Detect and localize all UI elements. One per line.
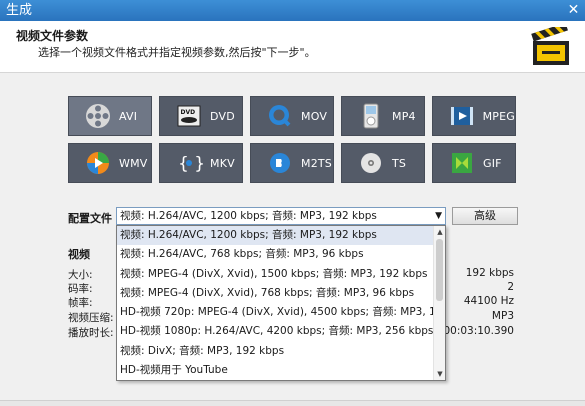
format-grid: AVI DVD DVD MOV MP4 MPEG WMV { } MKV <box>68 96 520 183</box>
clapperboard-icon <box>531 27 569 65</box>
format-label: MKV <box>210 156 235 170</box>
window-titlebar: 生成 ✕ <box>0 0 585 21</box>
format-label: MP4 <box>392 109 416 123</box>
wizard-header: 视频文件参数 选择一个视频文件格式并指定视频参数,然后按"下一步"。 <box>0 21 585 73</box>
format-wmv-button[interactable]: WMV <box>68 143 152 183</box>
format-dvd-button[interactable]: DVD DVD <box>159 96 243 136</box>
dropdown-option[interactable]: 视频: H.264/AVC, 1200 kbps; 音频: MP3, 192 k… <box>117 226 433 246</box>
property-value: 192 kbps <box>465 267 514 279</box>
format-mp4-button[interactable]: MP4 <box>341 96 425 136</box>
dropdown-option[interactable]: 视频: MPEG-4 (DivX, Xvid), 1500 kbps; 音频: … <box>117 265 433 284</box>
format-m2ts-button[interactable]: M2TS <box>250 143 334 183</box>
window-title: 生成 <box>6 3 33 18</box>
quicktime-icon <box>265 101 295 131</box>
chevron-down-icon[interactable]: ▼ <box>435 208 442 224</box>
profile-selected-value: 视频: H.264/AVC, 1200 kbps; 音频: MP3, 192 k… <box>120 210 377 222</box>
property-key: 码率: <box>68 283 93 295</box>
scrollbar-thumb[interactable] <box>436 239 443 301</box>
film-reel-icon <box>83 101 113 131</box>
format-label: GIF <box>483 156 502 170</box>
close-button[interactable]: ✕ <box>566 3 581 18</box>
profile-dropdown-list: 视频: H.264/AVC, 1200 kbps; 音频: MP3, 192 k… <box>116 225 446 381</box>
scroll-up-icon[interactable]: ▲ <box>434 226 446 238</box>
dropdown-option[interactable]: 视频: H.264/AVC, 768 kbps; 音频: MP3, 96 kbp… <box>117 245 433 264</box>
format-gif-button[interactable]: GIF <box>432 143 516 183</box>
format-label: MOV <box>301 109 328 123</box>
property-value: 00:03:10.390 <box>443 325 514 337</box>
dvd-icon: DVD <box>174 101 204 131</box>
format-label: M2TS <box>301 156 332 170</box>
property-value: 2 <box>507 281 514 293</box>
property-value: MP3 <box>491 310 514 322</box>
svg-text:DVD: DVD <box>181 109 196 116</box>
profile-label: 配置文件 <box>68 212 112 225</box>
ipod-icon <box>356 101 386 131</box>
dropdown-option[interactable]: HD-视频 1080p: H.264/AVC, 4200 kbps; 音频: M… <box>117 322 433 341</box>
format-mkv-button[interactable]: { } MKV <box>159 143 243 183</box>
property-key: 大小: <box>68 269 93 281</box>
property-key: 帧率: <box>68 297 93 309</box>
footer-divider <box>0 400 585 406</box>
dropdown-option[interactable]: 视频: MPEG-4 (DivX, Xvid), 768 kbps; 音频: M… <box>117 284 433 303</box>
format-label: DVD <box>210 109 235 123</box>
format-label: TS <box>392 156 407 170</box>
gif-icon <box>447 148 477 178</box>
property-value: 44100 Hz <box>463 295 514 307</box>
dropdown-option[interactable]: HD-视频用于 YouTube <box>117 361 433 380</box>
property-key: 播放时长: <box>68 327 114 339</box>
dropdown-scrollbar[interactable]: ▲ ▼ <box>433 226 445 380</box>
dropdown-option[interactable]: 视频: DivX; 音频: MP3, 192 kbps <box>117 342 433 361</box>
disc-icon <box>356 148 386 178</box>
scroll-down-icon[interactable]: ▼ <box>434 368 446 380</box>
format-label: WMV <box>119 156 148 170</box>
format-ts-button[interactable]: TS <box>341 143 425 183</box>
format-label: MPEG <box>482 109 515 123</box>
page-title: 视频文件参数 <box>16 29 89 43</box>
format-label: AVI <box>119 109 138 123</box>
bluray-icon <box>265 148 295 178</box>
property-key: 视频压缩: <box>68 312 114 324</box>
film-strip-icon <box>447 101 477 131</box>
advanced-button[interactable]: 高级 <box>452 207 518 225</box>
dropdown-option[interactable]: HD-视频 720p: MPEG-4 (DivX, Xvid), 4500 kb… <box>117 303 433 322</box>
profile-select[interactable]: 视频: H.264/AVC, 1200 kbps; 音频: MP3, 192 k… <box>116 207 446 225</box>
format-mpeg-button[interactable]: MPEG <box>432 96 516 136</box>
format-avi-button[interactable]: AVI <box>68 96 152 136</box>
mkv-braces-icon: { } <box>174 148 204 178</box>
windows-media-icon <box>83 148 113 178</box>
page-subtitle: 选择一个视频文件格式并指定视频参数,然后按"下一步"。 <box>38 46 316 59</box>
format-mov-button[interactable]: MOV <box>250 96 334 136</box>
